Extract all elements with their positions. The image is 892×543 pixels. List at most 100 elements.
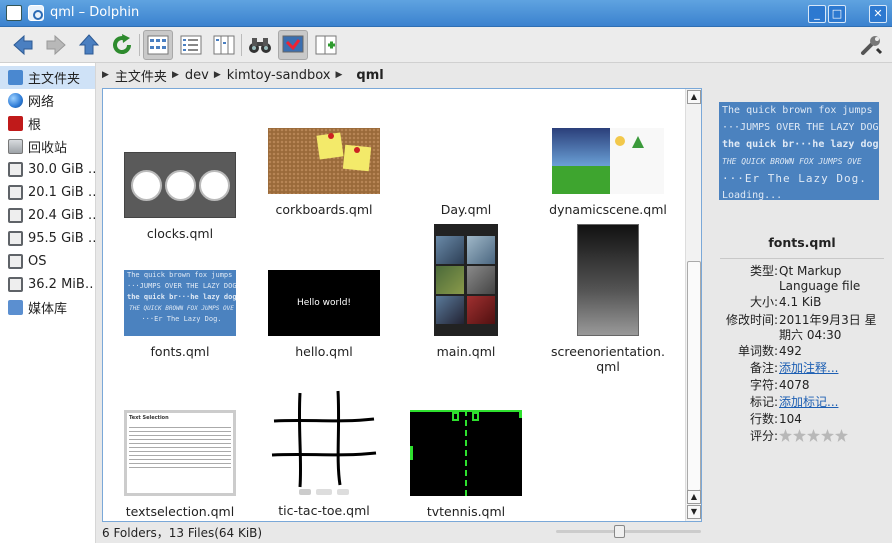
maximize-button[interactable]: □ [828,5,846,23]
binoculars-icon [249,38,271,53]
breadcrumb-current[interactable]: qml [356,68,383,83]
place-item-drive-4[interactable]: 95.5 GiB … [0,227,95,250]
breadcrumb-arrow-icon[interactable]: ▶ [172,70,179,80]
font-sample: THE QUICK BROWN FOX JUMPS OVE [722,157,862,166]
scroll-up-button[interactable]: ▲ [687,90,701,104]
globe-icon [8,93,23,108]
place-item-network[interactable]: 网络 [0,89,95,112]
window-menu-icon[interactable] [6,5,22,21]
split-icon [315,35,337,55]
property-key: 类型: [749,264,778,278]
place-item-home[interactable]: 主文件夹 [0,66,95,89]
file-name: screenorientation. qml [551,344,665,374]
place-item-media[interactable]: 媒体库 [0,296,95,319]
home-icon [8,70,23,85]
reload-button[interactable] [107,30,137,60]
drive-icon [8,162,23,177]
file-item[interactable]: dynamicscene.qml [538,128,678,217]
file-item[interactable]: main.qml [396,224,536,359]
breadcrumb-item[interactable]: 主文件夹 [115,66,167,85]
file-item[interactable]: screenorientation. qml [538,224,678,374]
star-icon[interactable] [821,429,834,442]
icons-view-button[interactable] [143,30,173,60]
font-sample: Loading... [722,190,783,200]
file-name: tic-tac-toe.qml [278,503,370,518]
file-item[interactable]: tic-tac-toe.qml [254,389,394,518]
place-item-trash[interactable]: 回收站 [0,135,95,158]
icons-view-icon [147,35,169,55]
breadcrumb-arrow-icon[interactable]: ▶ [214,70,221,80]
scroll-down-button[interactable]: ▼ [687,505,701,519]
place-item-drive-5[interactable]: 36.2 MiB… [0,273,95,296]
add-tags-link[interactable]: 添加标记... [779,395,887,410]
file-item[interactable]: The quick brown fox jumps ov… ···JUMPS O… [110,224,250,359]
folder-icon [8,300,23,315]
property-value: Qt Markup Language file [779,264,861,293]
place-item-drive-2[interactable]: 20.1 GiB … [0,181,95,204]
zoom-slider[interactable] [556,525,701,538]
place-item-drive-3[interactable]: 20.4 GiB … [0,204,95,227]
font-sample: THE QUICK BROWN FOX JUMPS OVE [129,305,234,312]
file-item[interactable]: tvtennis.qml [396,410,536,519]
configure-button[interactable] [856,30,886,60]
star-icon[interactable] [835,429,848,442]
file-item[interactable]: Day.qml [396,128,536,217]
file-view[interactable]: clocks.qml corkboards.qml Day.qml dynami… [102,88,702,522]
columns-view-button[interactable] [209,30,239,60]
property-value: 4078 [779,378,810,392]
clock-icon [130,169,162,201]
file-item[interactable]: corkboards.qml [254,128,394,217]
place-item-label: OS [28,254,47,269]
place-item-os[interactable]: OS [0,250,95,273]
file-name: main.qml [436,344,496,359]
font-sample: ···JUMPS OVER THE LAZY DOG. [722,122,879,133]
find-button[interactable] [245,30,275,60]
star-icon[interactable] [793,429,806,442]
score-icon [472,412,479,421]
rating-stars[interactable] [779,429,887,442]
preview-button[interactable] [278,30,308,60]
scroll-up-button[interactable]: ▲ [687,490,701,504]
effect-tile [467,266,495,294]
zoom-slider-handle[interactable] [614,525,625,538]
details-view-button[interactable] [176,30,206,60]
add-comment-link[interactable]: 添加注释... [779,361,887,376]
effect-tile [436,296,464,324]
property-key: 字符: [749,378,778,392]
drive-icon [8,208,23,223]
place-item-drive-1[interactable]: 30.0 GiB … [0,158,95,181]
tree-icon [632,136,644,148]
vertical-scrollbar[interactable]: ▲ ▲ ▼ [685,89,701,521]
grid-line [336,390,342,486]
split-button[interactable] [311,30,341,60]
close-button[interactable]: ✕ [869,5,887,23]
file-name: corkboards.qml [275,202,373,217]
effect-tile [436,236,464,264]
place-item-label: 30.0 GiB … [28,162,95,177]
breadcrumb-item[interactable]: kimtoy-sandbox [227,68,331,83]
star-icon[interactable] [779,429,792,442]
forward-button[interactable] [41,30,71,60]
sky-image [552,128,610,166]
minimize-button[interactable]: _ [808,5,826,23]
font-sample: ···JUMPS OVER THE LAZY DOG. [127,282,236,290]
grid-line [297,392,303,488]
scroll-handle[interactable] [687,261,701,491]
breadcrumb-arrow-icon[interactable]: ▶ [335,70,342,80]
back-button[interactable] [8,30,38,60]
property-key: 单词数: [737,344,778,358]
up-button[interactable] [74,30,104,60]
star-icon[interactable] [807,429,820,442]
property-key: 修改时间: [725,313,778,327]
file-item[interactable]: Hello world! hello.qml [254,224,394,359]
clock-icon [164,169,196,201]
font-sample: ···Er The Lazy Dog. [141,315,222,323]
file-thumbnail [410,410,522,496]
button-icon [299,489,311,495]
file-item[interactable]: Text Selection textselection.qml [110,410,250,519]
file-thumbnail [271,390,377,495]
place-item-root[interactable]: 根 [0,112,95,135]
text-lines [129,424,231,468]
arrow-right-icon [46,34,66,56]
breadcrumb-item[interactable]: dev [185,68,209,83]
